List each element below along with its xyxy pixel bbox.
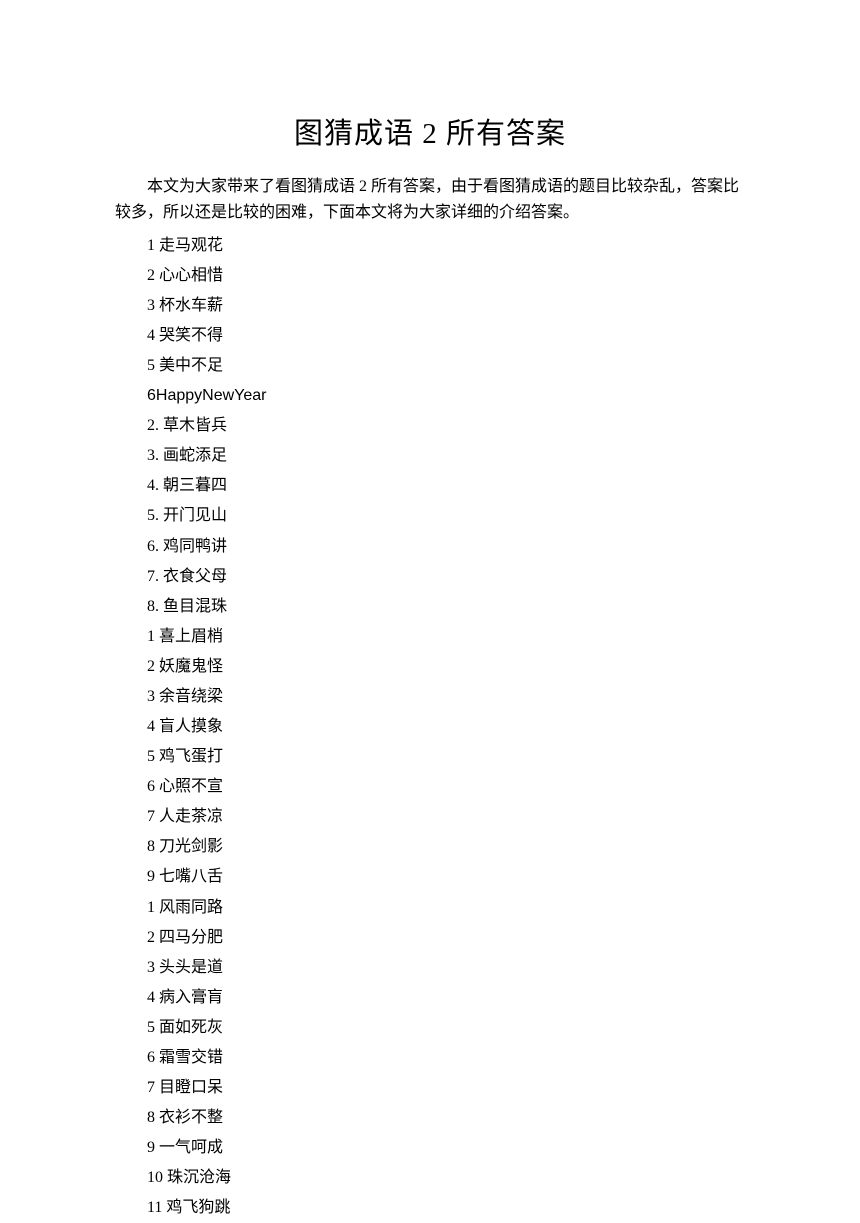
list-item: 6HappyNewYear (147, 381, 745, 411)
list-item: 2 妖魔鬼怪 (147, 652, 745, 682)
list-item: 1 喜上眉梢 (147, 622, 745, 652)
list-item: 8 刀光剑影 (147, 832, 745, 862)
list-item: 7. 衣食父母 (147, 562, 745, 592)
list-item: 5 美中不足 (147, 351, 745, 381)
list-item: 8 衣衫不整 (147, 1103, 745, 1133)
list-item: 3. 画蛇添足 (147, 441, 745, 471)
list-item: 7 人走茶凉 (147, 802, 745, 832)
list-item: 6 心照不宣 (147, 772, 745, 802)
list-item: 6 霜雪交错 (147, 1043, 745, 1073)
answer-list: 1 走马观花 2 心心相惜 3 杯水车薪 4 哭笑不得 5 美中不足 6Happ… (115, 231, 745, 1223)
list-item: 9 七嘴八舌 (147, 862, 745, 892)
list-item: 4. 朝三暮四 (147, 471, 745, 501)
list-item: 2. 草木皆兵 (147, 411, 745, 441)
list-item: 9 一气呵成 (147, 1133, 745, 1163)
list-item: 2 四马分肥 (147, 923, 745, 953)
list-item: 4 哭笑不得 (147, 321, 745, 351)
list-item: 10 珠沉沧海 (147, 1163, 745, 1193)
list-item: 5 面如死灰 (147, 1013, 745, 1043)
list-item: 1 走马观花 (147, 231, 745, 261)
list-item: 4 病入膏肓 (147, 983, 745, 1013)
list-item: 3 杯水车薪 (147, 291, 745, 321)
list-item: 8. 鱼目混珠 (147, 592, 745, 622)
page-title: 图猜成语 2 所有答案 (115, 110, 745, 152)
list-item: 3 头头是道 (147, 953, 745, 983)
intro-paragraph: 本文为大家带来了看图猜成语 2 所有答案，由于看图猜成语的题目比较杂乱，答案比较… (115, 174, 745, 227)
list-item: 7 目瞪口呆 (147, 1073, 745, 1103)
list-item: 6. 鸡同鸭讲 (147, 532, 745, 562)
list-item: 2 心心相惜 (147, 261, 745, 291)
list-item: 1 风雨同路 (147, 893, 745, 923)
list-item: 11 鸡飞狗跳 (147, 1193, 745, 1223)
list-item: 3 余音绕梁 (147, 682, 745, 712)
list-item: 5. 开门见山 (147, 501, 745, 531)
list-item: 5 鸡飞蛋打 (147, 742, 745, 772)
list-item: 4 盲人摸象 (147, 712, 745, 742)
